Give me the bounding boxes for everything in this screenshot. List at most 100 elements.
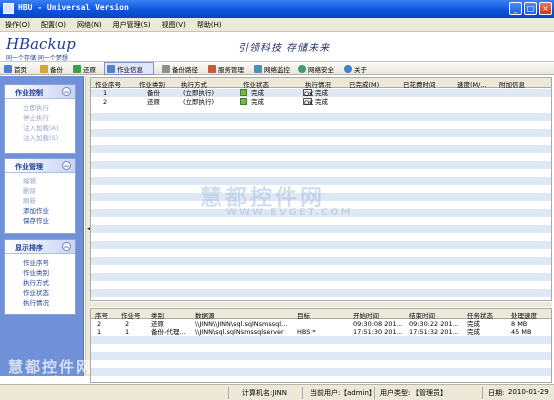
info-icon: [344, 64, 352, 73]
sidebar-item-refresh[interactable]: 刷新: [5, 196, 75, 206]
brand-tagline: 同一个存储 同一个梦想: [6, 55, 68, 62]
column-header[interactable]: 作业状态: [243, 79, 269, 89]
sidebar-item-load-s[interactable]: 注入加载(S): [5, 133, 75, 143]
column-header[interactable]: 已花费时间: [403, 79, 436, 89]
menu-view[interactable]: 视图(V): [157, 18, 192, 30]
row-stripe: [91, 209, 551, 217]
column-header[interactable]: 执行方式: [181, 79, 207, 89]
menu-network[interactable]: 网络(N): [72, 18, 108, 30]
column-header[interactable]: 执行情况: [305, 79, 331, 89]
close-button[interactable]: ×: [539, 2, 552, 15]
row-stripe: [91, 241, 551, 249]
status-divider: [374, 387, 375, 399]
sidebar-item-run-now[interactable]: 立即执行: [5, 103, 75, 113]
job-info-icon: [107, 64, 115, 73]
sidebar-item-sort-state[interactable]: 作业状态: [5, 288, 75, 298]
sidebar-item-sort-mode[interactable]: 执行方式: [5, 278, 75, 288]
table-row[interactable]: 2 还原 (立即执行) 完成 OK 完成: [91, 98, 551, 107]
sidebar-item-add-job[interactable]: 添加作业: [5, 206, 75, 216]
restore-icon: [73, 64, 81, 73]
collapse-icon[interactable]: ︽: [62, 87, 71, 96]
column-header[interactable]: 类别: [151, 310, 164, 320]
column-header[interactable]: 作业号: [121, 310, 141, 320]
table-row[interactable]: 1 备份 (立即执行) 完成 OK 完成: [91, 89, 551, 98]
sidebar-item-save-job[interactable]: 保存作业: [5, 216, 75, 226]
network-monitor-button[interactable]: 网络监控: [252, 62, 290, 75]
column-header[interactable]: 开始时间: [353, 310, 379, 320]
state-checkbox[interactable]: [240, 89, 247, 96]
sidebar-item-load-a[interactable]: 注入加载(A): [5, 123, 75, 133]
row-stripe: [91, 289, 551, 297]
sidebar-item-sort-result[interactable]: 执行情况: [5, 298, 75, 308]
window-title: HBU - Universal Version: [18, 3, 129, 12]
column-header[interactable]: 结束时间: [409, 310, 435, 320]
user-type: 【管理员】: [412, 389, 447, 397]
column-header[interactable]: 数据源: [195, 310, 215, 320]
sidebar-item-sort-id[interactable]: 作业序号: [5, 258, 75, 268]
job-info-button[interactable]: 作业信息: [104, 62, 154, 75]
minimize-button[interactable]: _: [509, 2, 522, 15]
column-header[interactable]: 目标: [297, 310, 310, 320]
monitor-icon: [254, 64, 262, 73]
panel-header[interactable]: 作业控制 ︽: [5, 85, 75, 99]
panel-display-sort: 显示排序 ︽ 作业序号 作业类别 执行方式 作业状态 执行情况: [4, 239, 76, 315]
backup-path-button[interactable]: 备份路径: [160, 62, 198, 75]
maximize-button[interactable]: □: [524, 2, 537, 15]
row-stripe: [91, 145, 551, 153]
banner: HBackup 同一个存储 同一个梦想 引领科技 存储未来: [0, 32, 554, 62]
table-splitter[interactable]: [90, 302, 552, 307]
column-header[interactable]: 作业类别: [139, 79, 165, 89]
current-user-label: 当前用户:: [310, 389, 341, 397]
sidebar-item-stop[interactable]: 停止执行: [5, 113, 75, 123]
log-table: 序号 作业号 类别 数据源 目标 开始时间 结束时间 任务状态 处理速度 2 2…: [90, 308, 552, 383]
date-label: 日期:: [488, 389, 505, 397]
title-bar: HBU - Universal Version _ □ ×: [0, 0, 554, 18]
row-stripe: [91, 113, 551, 121]
collapse-icon[interactable]: ︽: [62, 161, 71, 170]
menu-help[interactable]: 帮助(H): [192, 18, 228, 30]
row-stripe: [91, 193, 551, 201]
row-stripe: [91, 368, 551, 376]
menu-config[interactable]: 配置(O): [36, 18, 72, 30]
row-stripe: [91, 336, 551, 344]
service-management-button[interactable]: 服务管理: [206, 62, 244, 75]
collapse-icon[interactable]: ︽: [62, 242, 71, 251]
column-header[interactable]: 序号: [95, 310, 108, 320]
column-header[interactable]: 速度(M/...: [457, 79, 487, 89]
column-header[interactable]: 作业序号: [95, 79, 121, 89]
sidebar-item-edit[interactable]: 编辑: [5, 176, 75, 186]
home-button[interactable]: 首页: [2, 62, 27, 75]
panel-header[interactable]: 作业管理 ︽: [5, 159, 75, 173]
sidebar-item-sort-category[interactable]: 作业类别: [5, 268, 75, 278]
panel-header[interactable]: 显示排序 ︽: [5, 240, 75, 254]
table-row[interactable]: 1 1 备份-代理... \\JINN\sql.sqlNsmssqlserver…: [91, 328, 551, 336]
column-header[interactable]: 任务状态: [467, 310, 493, 320]
state-checkbox[interactable]: [240, 98, 247, 105]
ok-icon: OK: [303, 98, 314, 107]
about-button[interactable]: 关于: [342, 62, 367, 75]
sidebar-item-delete[interactable]: 删除: [5, 186, 75, 196]
column-header[interactable]: 已完成(M): [349, 79, 379, 89]
menu-operate[interactable]: 操作(O): [0, 18, 36, 30]
jobs-table-body: 1 备份 (立即执行) 完成 OK 完成 2 还原 (立即执行) 完成 OK 完…: [91, 89, 551, 300]
backup-button[interactable]: 备份: [38, 62, 63, 75]
row-stripe: [91, 129, 551, 137]
computer-name: 计算机名:JINN: [242, 389, 287, 397]
restore-button[interactable]: 还原: [71, 62, 96, 75]
table-row[interactable]: 2 2 还原 \\JINN\\JINN\sql.sqlNsmssql... 09…: [91, 320, 551, 328]
toolbar: 首页 备份 还原 作业信息 备份路径 服务管理 网络监控 网络安全 关于: [0, 62, 554, 75]
network-security-button[interactable]: 网络安全: [296, 62, 334, 75]
column-header[interactable]: 处理速度: [511, 310, 537, 320]
menu-user-management[interactable]: 用户管理(S): [108, 18, 157, 30]
row-stripe: [91, 352, 551, 360]
row-stripe: [91, 161, 551, 169]
date-value: 2010-01-29: [508, 388, 549, 396]
panel-job-control: 作业控制 ︽ 立即执行 停止执行 注入加载(A) 注入加载(S): [4, 84, 76, 154]
slogan: 引领科技 存储未来: [238, 43, 331, 54]
jobs-table-header: 作业序号 作业类别 执行方式 作业状态 执行情况 已完成(M) 已花费时间 速度…: [91, 78, 551, 89]
path-icon: [162, 64, 170, 73]
column-header[interactable]: 附加信息: [499, 79, 525, 89]
menu-bar: 操作(O) 配置(O) 网络(N) 用户管理(S) 视图(V) 帮助(H): [0, 18, 554, 32]
status-divider: [228, 387, 229, 399]
jobs-table: 作业序号 作业类别 执行方式 作业状态 执行情况 已完成(M) 已花费时间 速度…: [90, 77, 552, 301]
